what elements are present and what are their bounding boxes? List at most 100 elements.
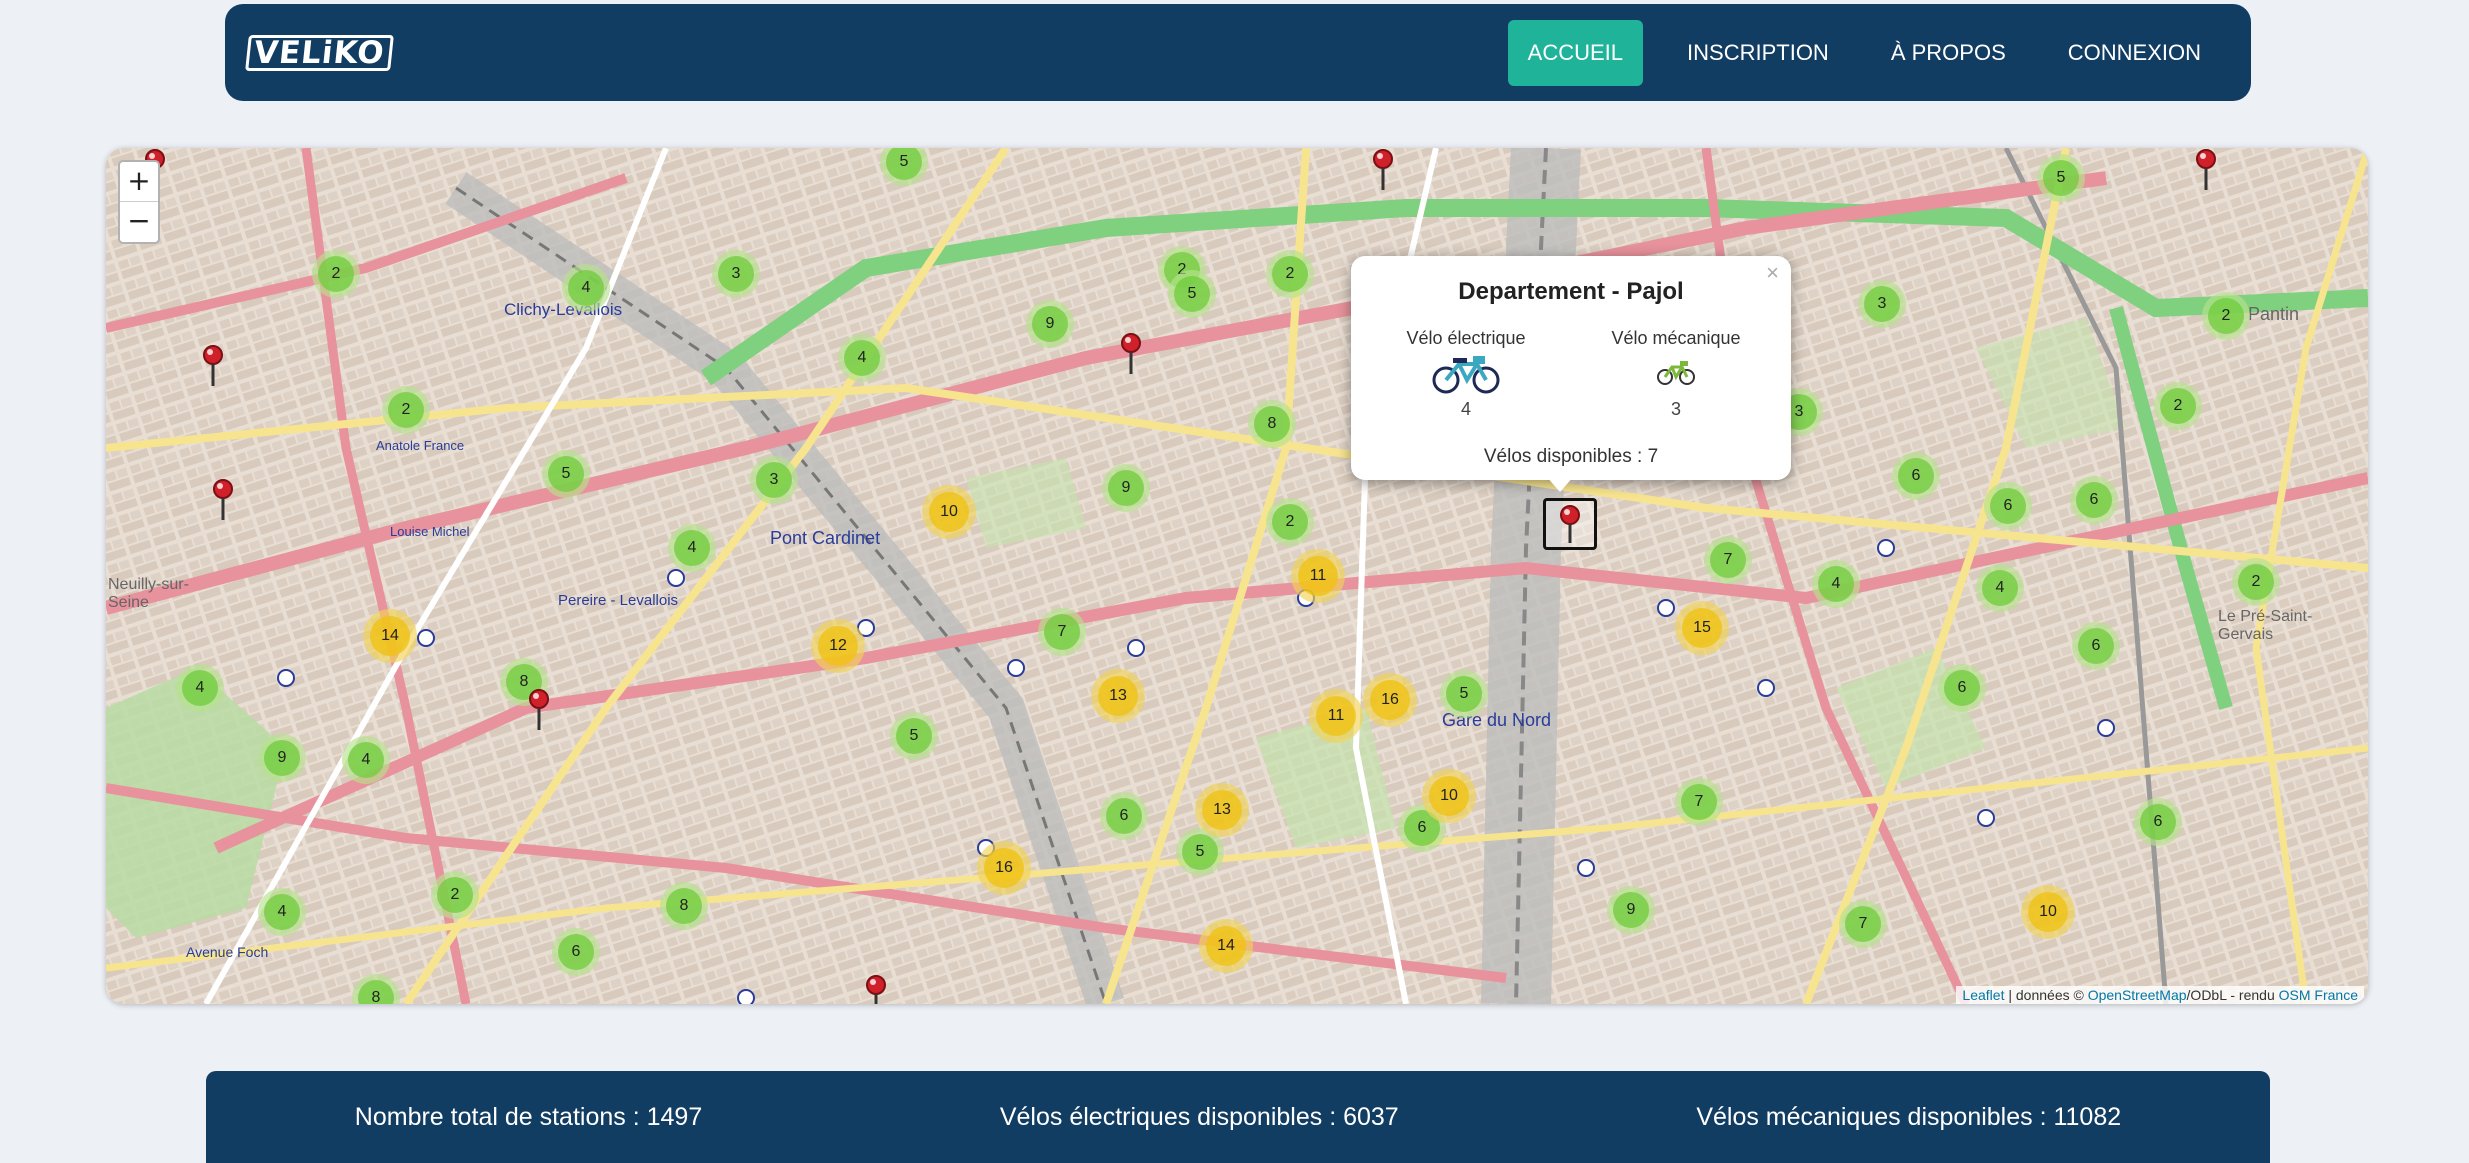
station-cluster[interactable]: 6 xyxy=(2070,476,2118,524)
nav-inscription[interactable]: INSCRIPTION xyxy=(1659,20,1857,86)
cluster-count: 13 xyxy=(1098,676,1138,716)
station-cluster[interactable]: 3 xyxy=(750,456,798,504)
cluster-count: 2 xyxy=(388,392,424,428)
station-pin-icon[interactable] xyxy=(208,478,238,522)
station-cluster[interactable]: 10 xyxy=(2021,885,2075,939)
cluster-count: 9 xyxy=(264,740,300,776)
zoom-in-button[interactable]: + xyxy=(120,162,158,202)
station-cluster[interactable]: 6 xyxy=(1938,664,1986,712)
nav-connexion[interactable]: CONNEXION xyxy=(2040,20,2229,86)
osm-link[interactable]: OpenStreetMap xyxy=(2088,987,2187,1003)
station-cluster[interactable]: 3 xyxy=(712,250,760,298)
nav-accueil[interactable]: ACCUEIL xyxy=(1507,19,1644,86)
station-cluster[interactable]: 14 xyxy=(1199,919,1253,973)
station-cluster[interactable]: 5 xyxy=(1440,670,1488,718)
station-pin-icon[interactable] xyxy=(1368,148,1398,192)
stats-bar: Nombre total de stations : 1497 Vélos él… xyxy=(206,1071,2270,1163)
cluster-count: 5 xyxy=(1446,676,1482,712)
cluster-count: 4 xyxy=(1818,566,1854,602)
station-cluster[interactable]: 6 xyxy=(552,928,600,976)
station-cluster[interactable]: 10 xyxy=(1422,769,1476,823)
cluster-count: 2 xyxy=(2160,388,2196,424)
station-cluster[interactable]: 11 xyxy=(1291,549,1345,603)
cluster-count: 2 xyxy=(318,256,354,292)
cluster-count: 10 xyxy=(2028,892,2068,932)
nav-a-propos[interactable]: À PROPOS xyxy=(1863,20,2034,86)
station-cluster[interactable]: 4 xyxy=(1812,560,1860,608)
stat-mechanical-bikes: Vélos mécaniques disponibles : 11082 xyxy=(1696,1102,2122,1131)
station-cluster[interactable]: 14 xyxy=(363,609,417,663)
cluster-count: 7 xyxy=(1681,784,1717,820)
popup-close-button[interactable]: × xyxy=(1766,260,1779,286)
label-pont-cardinet: Pont Cardinet xyxy=(770,528,881,548)
cluster-count: 5 xyxy=(886,148,922,180)
station-cluster[interactable]: 7 xyxy=(1839,900,1887,948)
station-cluster[interactable]: 16 xyxy=(1363,673,1417,727)
station-cluster[interactable]: 7 xyxy=(1704,536,1752,584)
station-cluster[interactable]: 4 xyxy=(562,264,610,312)
station-cluster[interactable]: 2 xyxy=(431,871,479,919)
zoom-out-button[interactable]: − xyxy=(120,202,158,242)
popup-electric-column: Vélo électrique 4 xyxy=(1396,328,1536,420)
station-cluster[interactable]: 5 xyxy=(542,450,590,498)
station-pin-icon xyxy=(1560,505,1580,543)
station-cluster[interactable]: 6 xyxy=(2134,798,2182,846)
station-cluster[interactable]: 5 xyxy=(2037,154,2085,202)
cluster-count: 2 xyxy=(2238,564,2274,600)
station-cluster[interactable]: 2 xyxy=(2202,292,2250,340)
station-cluster[interactable]: 4 xyxy=(342,736,390,784)
station-cluster[interactable]: 6 xyxy=(1100,792,1148,840)
station-cluster[interactable]: 4 xyxy=(838,334,886,382)
station-map[interactable]: Clichy-Levallois Pont Cardinet Pereire -… xyxy=(106,148,2368,1004)
station-cluster[interactable]: 7 xyxy=(1038,608,1086,656)
cluster-count: 15 xyxy=(1682,608,1722,648)
station-cluster[interactable]: 13 xyxy=(1195,783,1249,837)
label-pre-saint-gervais: Le Pré-Saint-Gervais xyxy=(2218,608,2313,643)
station-cluster[interactable]: 7 xyxy=(1675,778,1723,826)
station-cluster[interactable]: 5 xyxy=(890,712,938,760)
cluster-count: 11 xyxy=(1298,556,1338,596)
station-cluster[interactable]: 2 xyxy=(1266,250,1314,298)
cluster-count: 9 xyxy=(1032,306,1068,342)
station-pin-icon[interactable] xyxy=(2191,148,2221,192)
station-cluster[interactable]: 12 xyxy=(811,619,865,673)
station-cluster[interactable]: 4 xyxy=(1976,564,2024,612)
popup-total-available: Vélos disponibles : 7 xyxy=(1483,446,1659,467)
station-cluster[interactable]: 4 xyxy=(668,524,716,572)
cluster-count: 5 xyxy=(1174,276,1210,312)
station-cluster[interactable]: 9 xyxy=(1607,886,1655,934)
cluster-count: 6 xyxy=(558,934,594,970)
station-cluster[interactable]: 4 xyxy=(258,888,306,936)
station-cluster[interactable]: 5 xyxy=(1168,270,1216,318)
station-cluster[interactable]: 13 xyxy=(1091,669,1145,723)
station-pin-icon[interactable] xyxy=(198,344,228,388)
station-cluster[interactable]: 6 xyxy=(1892,452,1940,500)
station-cluster[interactable]: 2 xyxy=(382,386,430,434)
station-cluster[interactable]: 4 xyxy=(176,664,224,712)
station-cluster[interactable]: 8 xyxy=(1248,400,1296,448)
station-cluster[interactable]: 9 xyxy=(1026,300,1074,348)
cluster-count: 4 xyxy=(844,340,880,376)
station-cluster[interactable]: 3 xyxy=(1858,280,1906,328)
station-cluster[interactable]: 10 xyxy=(922,485,976,539)
station-cluster[interactable]: 2 xyxy=(312,250,360,298)
veliko-logo[interactable]: VELiKO xyxy=(245,34,394,71)
station-cluster[interactable]: 15 xyxy=(1675,601,1729,655)
station-pin-icon[interactable] xyxy=(861,974,891,1004)
station-cluster[interactable]: 8 xyxy=(660,882,708,930)
station-cluster[interactable]: 2 xyxy=(2154,382,2202,430)
selected-station-marker[interactable] xyxy=(1543,498,1597,550)
station-cluster[interactable]: 6 xyxy=(2072,622,2120,670)
station-cluster[interactable]: 11 xyxy=(1309,689,1363,743)
station-cluster[interactable]: 2 xyxy=(2232,558,2280,606)
station-cluster[interactable]: 9 xyxy=(258,734,306,782)
station-pin-icon[interactable] xyxy=(524,688,554,732)
station-pin-icon[interactable] xyxy=(1116,332,1146,376)
station-cluster[interactable]: 16 xyxy=(977,841,1031,895)
osm-france-link[interactable]: OSM France xyxy=(2279,987,2358,1003)
attribution-text: | données © xyxy=(2004,987,2088,1003)
leaflet-link[interactable]: Leaflet xyxy=(1962,987,2004,1003)
station-cluster[interactable]: 2 xyxy=(1266,498,1314,546)
station-cluster[interactable]: 9 xyxy=(1102,464,1150,512)
station-cluster[interactable]: 6 xyxy=(1984,482,2032,530)
